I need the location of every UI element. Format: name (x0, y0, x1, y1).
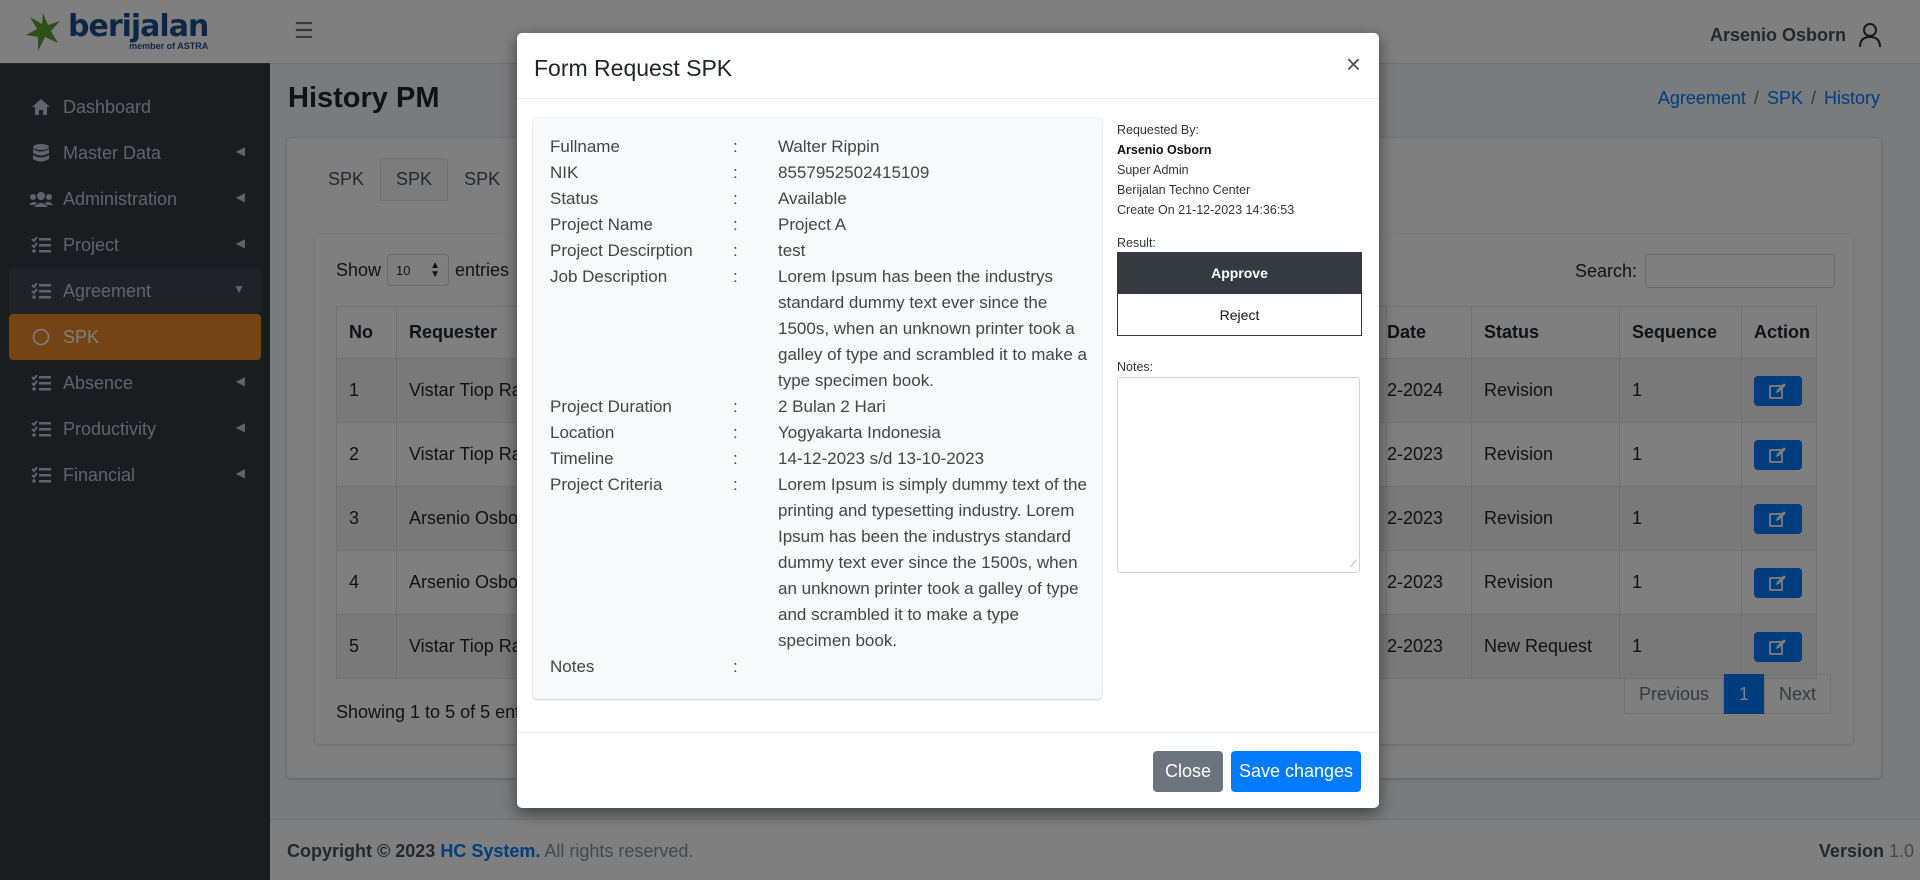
detail-value: Lorem Ipsum is simply dummy text of the … (778, 475, 1087, 650)
modal-header: Form Request SPK × (517, 33, 1379, 99)
detail-separator: : (733, 137, 738, 156)
detail-row: Project Duration: 2 Bulan 2 Hari (550, 394, 1095, 420)
detail-value: Lorem Ipsum has been the industrys stand… (778, 267, 1087, 390)
detail-value: Project A (778, 215, 847, 234)
modal-title: Form Request SPK (534, 55, 733, 81)
detail-separator: : (733, 423, 738, 442)
detail-value: Available (778, 189, 847, 208)
detail-key: Project Descirption (550, 241, 693, 260)
detail-value: Yogyakarta Indonesia (778, 423, 941, 442)
detail-row: NIK: 8557952502415109 (550, 160, 1095, 186)
detail-key: Project Name (550, 215, 653, 234)
detail-value (778, 654, 1095, 680)
detail-key: Status (550, 189, 599, 208)
detail-row: Project Descirption: test (550, 238, 1095, 264)
notes-textarea[interactable]: ⟋ (1117, 377, 1360, 573)
detail-key: Project Duration (550, 397, 672, 416)
request-details-panel: Fullname: Walter Rippin NIK: 85579525024151… (533, 118, 1102, 699)
close-icon[interactable]: × (1346, 49, 1361, 80)
detail-key: Location (550, 423, 615, 442)
modal-footer: Close Save changes (517, 732, 1379, 808)
requested-by-label: Requested By: (1117, 123, 1199, 137)
save-changes-button[interactable]: Save changes (1231, 751, 1361, 792)
detail-key: Job Description (550, 267, 668, 286)
requester-name: Arsenio Osborn (1117, 143, 1212, 157)
detail-key: Timeline (550, 449, 614, 468)
detail-row: Status: Available (550, 186, 1095, 212)
detail-row: Project Name: Project A (550, 212, 1095, 238)
detail-key: Project Criteria (550, 475, 663, 494)
requester-organization: Berijalan Techno Center (1117, 183, 1251, 197)
approve-option[interactable]: Approve (1117, 252, 1362, 294)
close-button[interactable]: Close (1153, 751, 1223, 792)
detail-row: Fullname: Walter Rippin (550, 134, 1095, 160)
reject-option[interactable]: Reject (1117, 294, 1362, 336)
detail-separator: : (733, 241, 738, 260)
detail-row: Project Criteria: Lorem Ipsum is simply d… (550, 472, 1095, 654)
detail-separator: : (733, 449, 738, 468)
detail-row: Location: Yogyakarta Indonesia (550, 420, 1095, 446)
detail-key: Fullname (550, 137, 620, 156)
detail-value: Walter Rippin (778, 137, 880, 156)
detail-row: Job Description: Lorem Ipsum has been the… (550, 264, 1095, 394)
detail-value: 8557952502415109 (778, 163, 930, 182)
detail-value: test (778, 241, 806, 260)
approval-panel: Requested By: Arsenio Osborn Super Admin… (1117, 120, 1362, 573)
result-label: Result: (1117, 236, 1156, 250)
requester-role: Super Admin (1117, 163, 1189, 177)
form-request-spk-modal: Form Request SPK × Fullname: Walter Rippi… (517, 33, 1379, 808)
detail-separator: : (733, 163, 738, 182)
requested-by-block: Requested By: Arsenio Osborn Super Admin… (1117, 120, 1362, 220)
resize-grip-icon[interactable]: ⟋ (1350, 559, 1357, 570)
detail-separator: : (733, 189, 738, 208)
created-on: Create On 21-12-2023 14:36:53 (1117, 203, 1295, 217)
detail-row: Timeline: 14-12-2023 s/d 13-10-2023 (550, 446, 1095, 472)
notes-label: Notes: (1117, 360, 1154, 374)
detail-separator: : (733, 267, 738, 286)
detail-separator: : (733, 215, 738, 234)
detail-value: 2 Bulan 2 Hari (778, 397, 886, 416)
detail-separator: : (733, 657, 738, 676)
detail-key: Notes (550, 657, 595, 676)
detail-value: 14-12-2023 s/d 13-10-2023 (778, 449, 985, 468)
detail-separator: : (733, 397, 738, 416)
detail-row: Notes: (550, 654, 1095, 680)
detail-key: NIK (550, 163, 579, 182)
details-list: Fullname: Walter Rippin NIK: 85579525024151… (550, 134, 1095, 680)
detail-separator: : (733, 475, 738, 494)
